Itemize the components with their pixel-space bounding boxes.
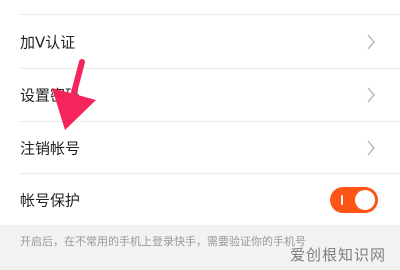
red-arrow-annotation — [52, 59, 96, 130]
settings-page: 加V认证 设置密码 注销帐号 帐号保护 开启后，在不常用的手机上登录快手，需要验… — [0, 0, 400, 270]
watermark: 爱创根知识网 — [289, 246, 386, 264]
